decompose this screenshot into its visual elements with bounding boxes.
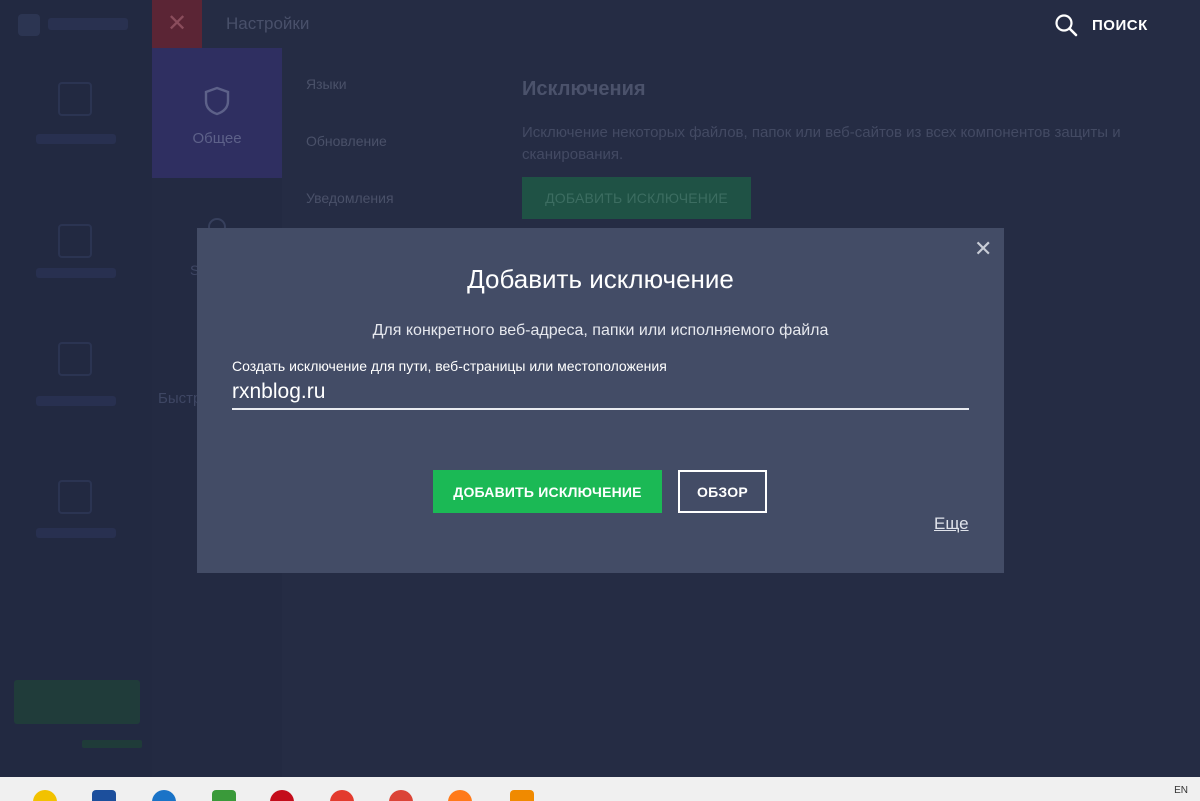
browse-button[interactable]: ОБЗОР bbox=[678, 470, 767, 513]
logo-icon bbox=[18, 14, 40, 36]
exclusions-description: Исключение некоторых файлов, папок или в… bbox=[522, 124, 1121, 163]
dialog-subtitle: Для конкретного веб-адреса, папки или ис… bbox=[372, 322, 829, 339]
subnav-updates[interactable]: Обновление bbox=[306, 133, 387, 149]
nav-item-protection[interactable] bbox=[0, 210, 152, 320]
search-button[interactable]: ПОИСК bbox=[1054, 12, 1164, 38]
status-icon bbox=[58, 82, 92, 116]
exclusions-title: Исключения bbox=[522, 78, 646, 100]
nav-item-status[interactable] bbox=[0, 70, 152, 180]
close-icon: ✕ bbox=[166, 10, 188, 37]
save-icon[interactable] bbox=[92, 790, 116, 801]
category-general-label: Общее bbox=[192, 130, 242, 147]
lock-icon bbox=[58, 224, 92, 258]
add-exclusion-dialog: ✕ Добавить исключение Для конкретного ве… bbox=[197, 228, 1004, 573]
brand-name-placeholder bbox=[48, 18, 128, 30]
subnav-languages[interactable]: Языки bbox=[306, 76, 347, 92]
avira-icon[interactable] bbox=[330, 790, 354, 801]
warning-icon[interactable] bbox=[33, 790, 57, 801]
nav-item-privacy[interactable] bbox=[0, 330, 152, 440]
search-label: ПОИСК bbox=[1092, 17, 1148, 34]
nav-item-label bbox=[36, 134, 116, 144]
nav-item-performance[interactable] bbox=[0, 470, 152, 580]
subnav-notifications[interactable]: Уведомления bbox=[306, 190, 394, 206]
nav-item-label bbox=[36, 268, 116, 278]
search-icon bbox=[1055, 14, 1078, 37]
fox-icon[interactable] bbox=[510, 790, 534, 801]
exclusion-path-input[interactable] bbox=[232, 376, 969, 410]
more-link[interactable]: Еще bbox=[934, 514, 969, 534]
category-general[interactable]: Общее bbox=[152, 48, 282, 178]
chrome-icon[interactable] bbox=[389, 790, 413, 801]
nav-item-label bbox=[36, 528, 116, 538]
left-navigation bbox=[0, 0, 152, 777]
exclusion-field-label: Создать исключение для пути, веб-страниц… bbox=[232, 358, 667, 374]
screen: ✕ Настройки ПОИСК Общее S Быстр Языки Об… bbox=[0, 0, 1200, 801]
system-tray[interactable]: EN bbox=[1174, 785, 1188, 801]
close-settings-button[interactable]: ✕ bbox=[152, 0, 202, 48]
exclusions-add-button[interactable]: ДОБАВИТЬ ИСКЛЮЧЕНИЕ bbox=[522, 177, 751, 219]
dialog-title: Добавить исключение bbox=[467, 264, 734, 294]
add-exclusion-button[interactable]: ДОБАВИТЬ ИСКЛЮЧЕНИЕ bbox=[433, 470, 662, 513]
app-icon[interactable] bbox=[212, 790, 236, 801]
fingerprint-icon bbox=[58, 342, 92, 376]
brand-logo bbox=[18, 12, 128, 38]
firefox-icon[interactable] bbox=[448, 790, 472, 801]
opera-icon[interactable] bbox=[270, 790, 294, 801]
upgrade-button[interactable] bbox=[14, 680, 140, 724]
upgrade-sublabel bbox=[82, 740, 142, 748]
taskbar: EN bbox=[0, 777, 1200, 801]
category-fast[interactable]: Быстр bbox=[158, 390, 201, 407]
nav-item-label bbox=[36, 396, 116, 406]
page-title: Настройки bbox=[226, 14, 310, 33]
ie-icon[interactable] bbox=[152, 790, 176, 801]
close-icon[interactable]: ✕ bbox=[974, 238, 992, 260]
speedometer-icon bbox=[58, 480, 92, 514]
shield-icon bbox=[204, 86, 230, 116]
